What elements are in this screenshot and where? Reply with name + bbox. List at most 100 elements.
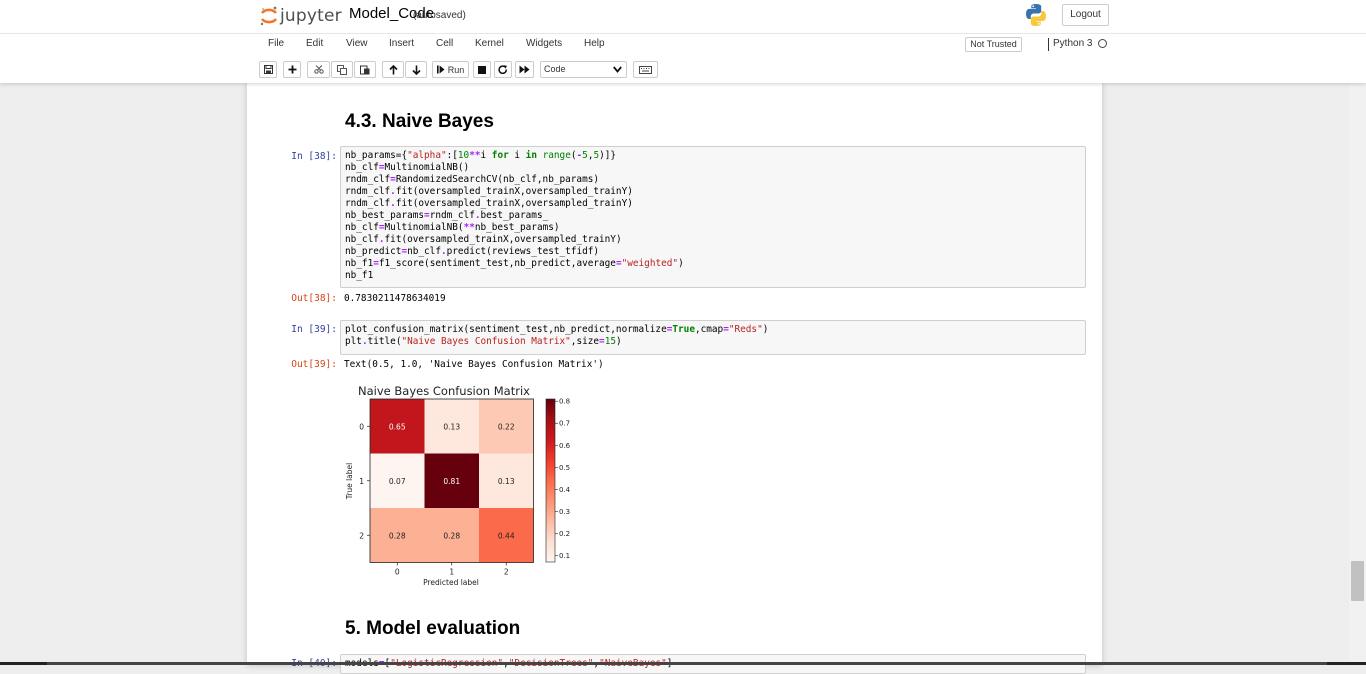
- run-button[interactable]: Run: [432, 61, 469, 78]
- move-up-button[interactable]: [382, 61, 404, 78]
- copy-icon: [337, 64, 347, 75]
- menu-file[interactable]: File: [268, 38, 284, 49]
- restart-run-all-button[interactable]: [515, 61, 534, 78]
- menu-help[interactable]: Help: [584, 38, 605, 49]
- run-icon: [436, 65, 445, 74]
- menu-edit[interactable]: Edit: [306, 38, 323, 49]
- interrupt-button[interactable]: [473, 61, 491, 78]
- code-line: nb_f1=f1_score(sentiment_test,nb_predict…: [345, 258, 684, 269]
- keyboard-icon: [639, 65, 652, 74]
- run-label: Run: [447, 64, 465, 75]
- header-top-bar: jupyter Model_Code (autosaved) Logout: [256, 0, 1111, 33]
- cell-value-label: 0.07: [389, 477, 406, 486]
- move-down-button[interactable]: [405, 61, 427, 78]
- command-palette-button[interactable]: [633, 61, 658, 78]
- menu-insert[interactable]: Insert: [389, 38, 414, 49]
- menu-cell[interactable]: Cell: [436, 38, 453, 49]
- input-prompt-38: In [38]:: [291, 151, 337, 162]
- paste-button[interactable]: [354, 61, 376, 78]
- chevron-down-icon: [613, 66, 622, 73]
- plus-icon: [288, 65, 296, 74]
- y-tick-label: 1: [359, 477, 364, 486]
- code-line: rndm_clf=RandomizedSearchCV(nb_clf,nb_pa…: [345, 174, 600, 185]
- stop-icon: [478, 65, 486, 74]
- code-line: nb_predict=nb_clf.predict(reviews_test_t…: [345, 246, 600, 257]
- insert-cell-button[interactable]: [283, 61, 301, 78]
- kernel-name[interactable]: Python 3: [1053, 38, 1092, 49]
- notebook-container: 4.3. Naive Bayes In [38]: nb_params={"al…: [247, 83, 1102, 674]
- menu-kernel[interactable]: Kernel: [475, 38, 504, 49]
- code-cell-38[interactable]: nb_params={"alpha":[10**i for i in range…: [340, 146, 1086, 288]
- page-scrollbar-thumb[interactable]: [1351, 561, 1364, 601]
- chart-title: Naive Bayes Confusion Matrix: [358, 384, 530, 398]
- colorbar-tick-label: 0.7: [559, 420, 570, 428]
- kernel-idle-icon: [1098, 39, 1107, 48]
- y-tick-label: 2: [359, 531, 364, 540]
- cut-button[interactable]: [307, 61, 330, 78]
- y-tick-label: 0: [359, 422, 364, 431]
- save-button[interactable]: [259, 61, 277, 78]
- fast-forward-icon: [519, 65, 530, 74]
- cell-value-label: 0.28: [443, 531, 460, 540]
- arrow-down-icon: [411, 65, 421, 75]
- kernel-divider: [1048, 38, 1049, 51]
- cell-type-select[interactable]: Code: [540, 61, 627, 78]
- colorbar-tick-label: 0.5: [559, 464, 570, 472]
- code-line: nb_f1: [345, 270, 374, 281]
- code-line: plt.title("Naive Bayes Confusion Matrix"…: [345, 336, 622, 347]
- trust-indicator-button[interactable]: Not Trusted: [965, 37, 1022, 52]
- code-line: nb_best_params=rndm_clf.best_params_: [345, 210, 549, 221]
- logout-button[interactable]: Logout: [1062, 4, 1109, 26]
- jupyter-logo-text: jupyter: [280, 6, 342, 26]
- code-line: plot_confusion_matrix(sentiment_test,nb_…: [345, 324, 769, 335]
- colorbar: [545, 398, 556, 563]
- menu-view[interactable]: View: [346, 38, 368, 49]
- restart-icon: [498, 64, 508, 74]
- x-tick-label: 2: [504, 568, 509, 577]
- cell-value-label: 0.22: [498, 422, 515, 431]
- notebook-toolbar: Run Code: [256, 58, 1111, 82]
- x-tick-label: 1: [449, 568, 454, 577]
- colorbar-tick-label: 0.1: [559, 552, 570, 560]
- cell-type-value: Code: [544, 64, 566, 74]
- output-text-38: 0.7830211478634019: [344, 293, 446, 304]
- code-line: nb_clf=MultinomialNB(**nb_best_params): [345, 222, 560, 233]
- code-cell-39[interactable]: plot_confusion_matrix(sentiment_test,nb_…: [340, 320, 1086, 355]
- output-text-39: Text(0.5, 1.0, 'Naive Bayes Confusion Ma…: [344, 359, 604, 370]
- section-heading-naive-bayes[interactable]: 4.3. Naive Bayes: [345, 111, 494, 133]
- cell-value-label: 0.28: [389, 531, 406, 540]
- section-heading-model-evaluation[interactable]: 5. Model evaluation: [345, 618, 520, 640]
- arrow-up-icon: [388, 64, 398, 74]
- cell-value-label: 0.65: [389, 422, 406, 431]
- colorbar-tick-label: 0.3: [559, 508, 570, 516]
- cut-icon: [313, 65, 324, 74]
- cell-value-label: 0.44: [498, 531, 515, 540]
- y-axis-label: True label: [345, 463, 354, 500]
- cell-value-label: 0.13: [498, 477, 515, 486]
- save-icon: [263, 65, 273, 74]
- code-line: nb_params={"alpha":[10**i for i in range…: [345, 150, 617, 161]
- menu-widgets[interactable]: Widgets: [526, 38, 562, 49]
- cell-value-label: 0.81: [443, 477, 460, 486]
- restart-button[interactable]: [494, 61, 512, 78]
- colorbar-tick-label: 0.4: [559, 486, 571, 494]
- confusion-matrix-plot: Naive Bayes Confusion Matrix 0.65 0.13 0.2…: [345, 384, 571, 587]
- output-prompt-39: Out[39]:: [291, 359, 337, 370]
- input-prompt-39: In [39]:: [291, 324, 337, 335]
- code-line: nb_clf=MultinomialNB(): [345, 162, 470, 173]
- colorbar-tick-label: 0.6: [559, 442, 571, 450]
- copy-button[interactable]: [331, 61, 353, 78]
- menu-bar: File Edit View Insert Cell Kernel Widget…: [256, 34, 1111, 56]
- colorbar-tick-label: 0.8: [559, 398, 570, 406]
- code-line: rndm_clf.fit(oversampled_trainX,oversamp…: [345, 186, 633, 197]
- x-axis-label: Predicted label: [423, 578, 479, 587]
- paste-icon: [360, 65, 370, 74]
- jupyter-logo[interactable]: jupyter: [259, 4, 349, 28]
- code-line: nb_clf.fit(oversampled_trainX,oversample…: [345, 234, 622, 245]
- jupyter-logo-icon: [260, 6, 278, 26]
- colorbar-tick-label: 0.2: [559, 530, 570, 538]
- autosave-status: (autosaved): [413, 10, 466, 21]
- cell-value-label: 0.13: [443, 422, 460, 431]
- code-line: rndm_clf.fit(oversampled_trainX,oversamp…: [345, 198, 633, 209]
- output-prompt-38: Out[38]:: [291, 293, 337, 304]
